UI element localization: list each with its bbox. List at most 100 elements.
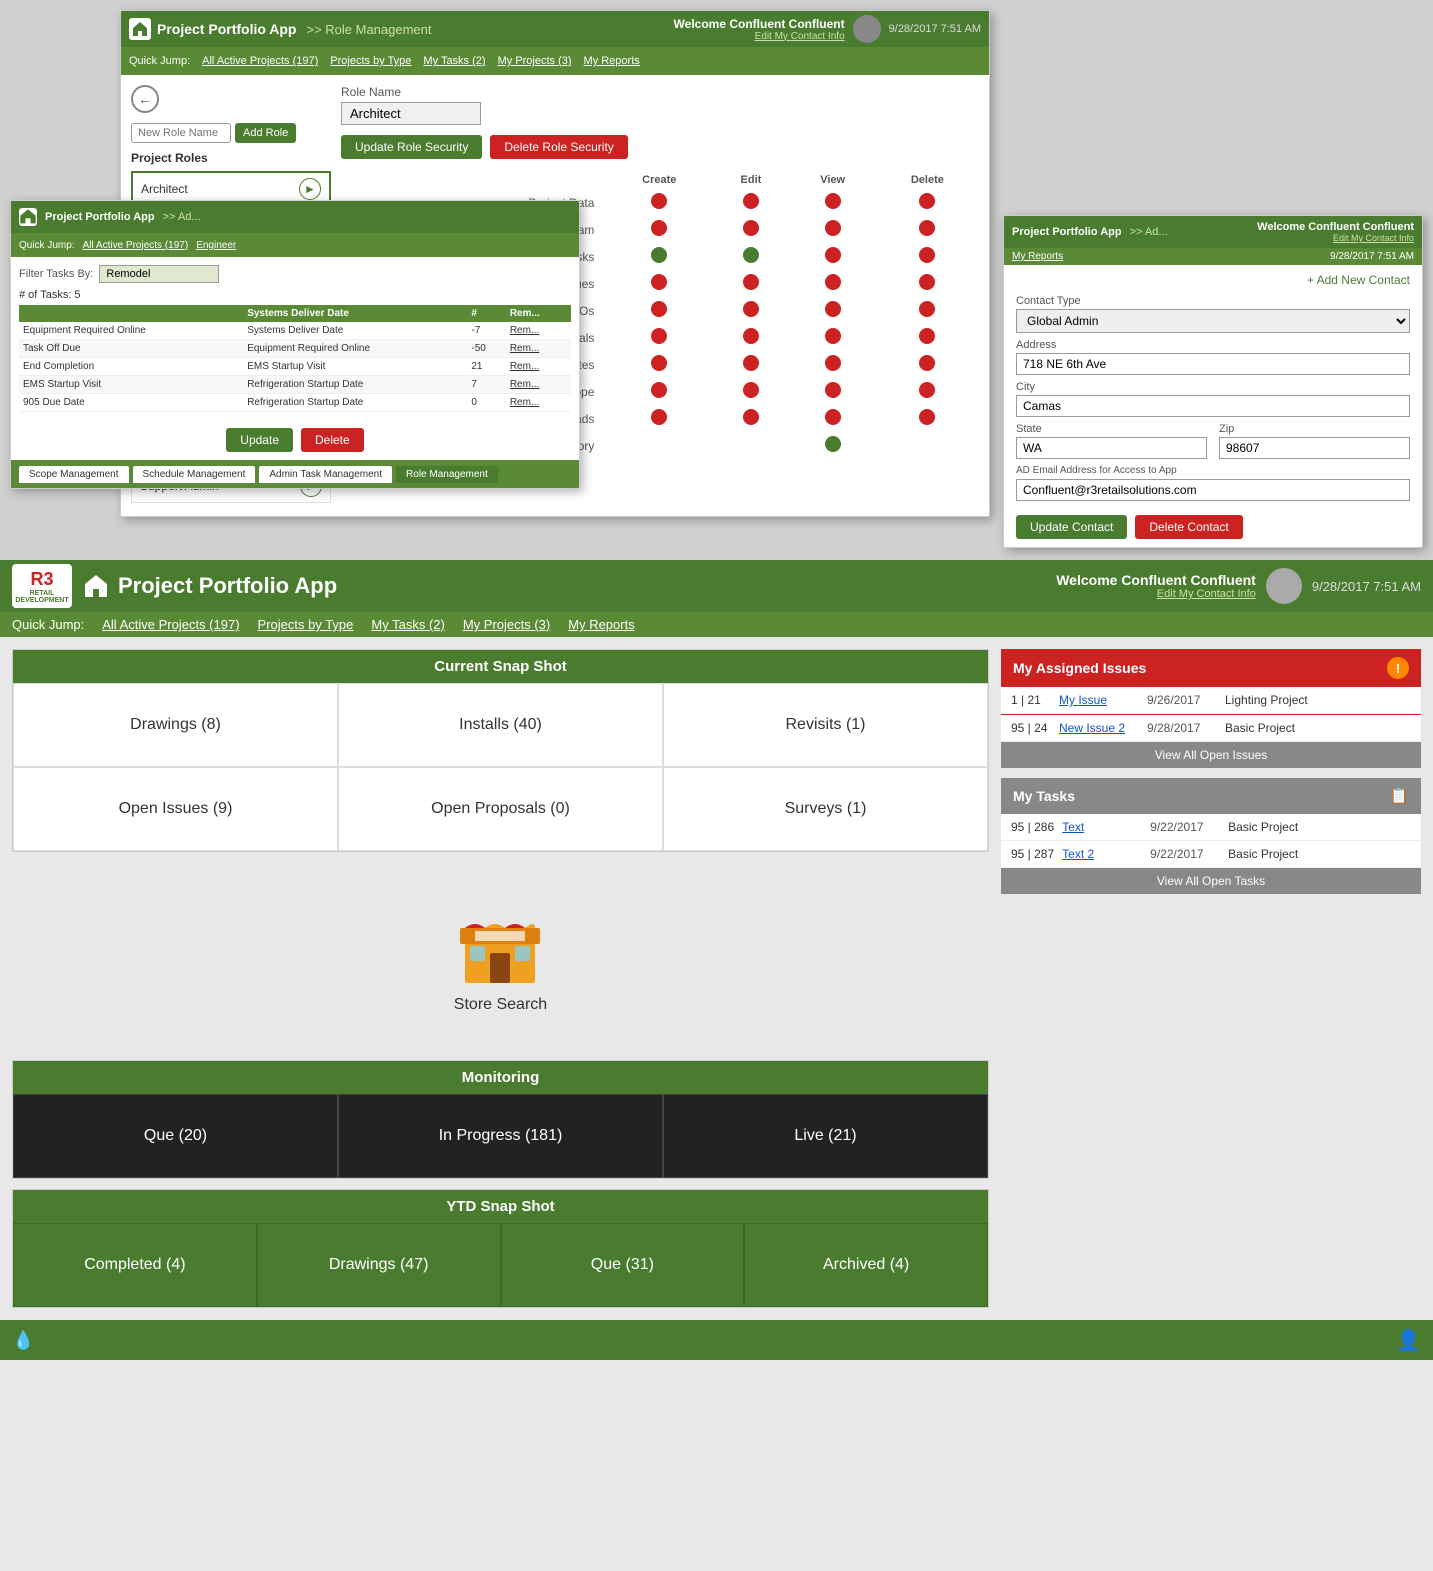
tab-role[interactable]: Role Management [396, 466, 498, 483]
top-section: Project Portfolio App >> Role Management… [0, 0, 1433, 560]
tasks-nav-all-active[interactable]: All Active Projects (197) [83, 240, 189, 251]
contact-header: Project Portfolio App >> Ad... Welcome C… [1004, 216, 1422, 248]
task-rem-link-2[interactable]: Rem... [506, 340, 571, 358]
installs-cell[interactable]: Installs (40) [338, 683, 663, 767]
contact-nav: My Reports 9/28/2017 7:51 AM [1004, 248, 1422, 265]
nav-all-active[interactable]: All Active Projects (197) [202, 55, 318, 67]
city-input[interactable] [1016, 395, 1410, 417]
task-link-2[interactable]: Text 2 [1062, 847, 1142, 861]
dot-red [825, 193, 841, 209]
role-arrow-architect[interactable]: ► [299, 178, 321, 200]
dot-red [825, 220, 841, 236]
dot-red [825, 382, 841, 398]
in-progress-cell[interactable]: In Progress (181) [338, 1094, 663, 1178]
nav-my-reports[interactable]: My Reports [584, 55, 640, 67]
update-contact-button[interactable]: Update Contact [1016, 515, 1127, 539]
que-cell[interactable]: Que (20) [13, 1094, 338, 1178]
main-welcome-text: Welcome Confluent Confluent [1056, 572, 1256, 588]
tasks-update-button[interactable]: Update [226, 428, 293, 452]
state-input[interactable] [1016, 437, 1207, 459]
issue-date-1: 9/26/2017 [1147, 693, 1217, 707]
ytd-que-cell[interactable]: Que (31) [501, 1223, 745, 1307]
tab-schedule[interactable]: Schedule Management [133, 466, 256, 483]
contact-date: 9/28/2017 7:51 AM [1330, 251, 1414, 262]
zip-input[interactable] [1219, 437, 1410, 459]
task-col-num: # [467, 305, 505, 322]
tasks-footer-tabs: Scope Management Schedule Management Adm… [11, 460, 579, 488]
my-assigned-issues-label: My Assigned Issues [1013, 660, 1146, 676]
tasks-nav-engineer[interactable]: Engineer [196, 240, 236, 251]
issue-id-2: 95 | 24 [1011, 721, 1051, 735]
ytd-drawings-cell[interactable]: Drawings (47) [257, 1223, 501, 1307]
back-button[interactable]: ← [131, 85, 159, 113]
store-search-section: Store Search [12, 862, 989, 1050]
issue-id-1: 1 | 21 [1011, 693, 1051, 707]
task-rem-link-4[interactable]: Rem... [506, 376, 571, 394]
dot-red [651, 328, 667, 344]
my-tasks-section: My Tasks 📋 95 | 286 Text 9/22/2017 Basic… [1001, 778, 1421, 894]
ytd-header: YTD Snap Shot [13, 1190, 988, 1223]
contact-my-reports[interactable]: My Reports [1012, 251, 1063, 262]
main-nav-all-active[interactable]: All Active Projects (197) [102, 617, 239, 632]
open-issues-cell[interactable]: Open Issues (9) [13, 767, 338, 851]
filter-input[interactable] [99, 265, 219, 283]
task-date-1: 9/22/2017 [1150, 820, 1220, 834]
dot-red [825, 328, 841, 344]
open-proposals-cell[interactable]: Open Proposals (0) [338, 767, 663, 851]
monitoring-section: Monitoring Que (20) In Progress (181) Li… [12, 1060, 989, 1179]
tasks-delete-button[interactable]: Delete [301, 428, 364, 452]
tasks-nav-label: Quick Jump: [19, 240, 75, 251]
drawings-cell[interactable]: Drawings (8) [13, 683, 338, 767]
main-nav-my-tasks[interactable]: My Tasks (2) [371, 617, 444, 632]
main-edit-contact-link[interactable]: Edit My Contact Info [1056, 588, 1256, 600]
update-role-security-button[interactable]: Update Role Security [341, 135, 482, 159]
task-rem-link-3[interactable]: Rem... [506, 358, 571, 376]
ad-email-input[interactable] [1016, 479, 1410, 501]
delete-role-security-button[interactable]: Delete Role Security [490, 135, 627, 159]
contact-actions: Update Contact Delete Contact [1016, 515, 1410, 539]
address-input[interactable] [1016, 353, 1410, 375]
contact-type-select[interactable]: Global Admin [1016, 309, 1410, 333]
main-nav-my-reports[interactable]: My Reports [568, 617, 634, 632]
add-role-button[interactable]: Add Role [235, 123, 296, 143]
contact-edit-link[interactable]: Edit My Contact Info [1257, 233, 1414, 243]
dot-red [825, 247, 841, 263]
tasks-nav: Quick Jump: All Active Projects (197) En… [11, 233, 579, 257]
nav-my-tasks[interactable]: My Tasks (2) [423, 55, 485, 67]
add-contact-button[interactable]: + Add New Contact [1307, 273, 1410, 287]
main-app-window: R3 RETAIL DEVELOPMENT Project Portfolio … [0, 560, 1433, 1360]
task-link-1[interactable]: Text [1062, 820, 1142, 834]
footer-drop-icon: 💧 [12, 1330, 34, 1351]
main-nav-projects-type[interactable]: Projects by Type [258, 617, 354, 632]
home-icon [129, 18, 151, 40]
edit-contact-link[interactable]: Edit My Contact Info [674, 31, 845, 42]
ytd-section: YTD Snap Shot Completed (4) Drawings (47… [12, 1189, 989, 1308]
store-search-area[interactable]: Store Search [434, 878, 567, 1034]
tab-scope[interactable]: Scope Management [19, 466, 129, 483]
task-rem-link-1[interactable]: Rem... [506, 322, 571, 340]
dot-red [743, 274, 759, 290]
live-cell[interactable]: Live (21) [663, 1094, 988, 1178]
main-quick-jump-label: Quick Jump: [12, 617, 84, 632]
completed-cell[interactable]: Completed (4) [13, 1223, 257, 1307]
tab-admin-task[interactable]: Admin Task Management [259, 466, 392, 483]
delete-contact-button[interactable]: Delete Contact [1135, 515, 1242, 539]
issue-link-2[interactable]: New Issue 2 [1059, 721, 1139, 735]
dot-red [825, 274, 841, 290]
new-role-input[interactable] [131, 123, 231, 143]
issue-link-1[interactable]: My Issue [1059, 693, 1139, 707]
contact-welcome: Welcome Confluent Confluent [1257, 221, 1414, 233]
current-snapshot-bottom-row: Open Issues (9) Open Proposals (0) Surve… [13, 767, 988, 851]
view-all-tasks-button[interactable]: View All Open Tasks [1001, 868, 1421, 894]
main-home-icon [82, 572, 110, 600]
nav-my-projects[interactable]: My Projects (3) [498, 55, 572, 67]
surveys-cell[interactable]: Surveys (1) [663, 767, 988, 851]
task-rem-link-5[interactable]: Rem... [506, 394, 571, 412]
main-nav-my-projects[interactable]: My Projects (3) [463, 617, 550, 632]
nav-projects-type[interactable]: Projects by Type [330, 55, 411, 67]
revisits-cell[interactable]: Revisits (1) [663, 683, 988, 767]
view-all-issues-button[interactable]: View All Open Issues [1001, 742, 1421, 768]
ad-email-label: AD Email Address for Access to App [1016, 465, 1410, 476]
archived-cell[interactable]: Archived (4) [744, 1223, 988, 1307]
table-row: EMS Startup Visit Refrigeration Startup … [19, 376, 571, 394]
